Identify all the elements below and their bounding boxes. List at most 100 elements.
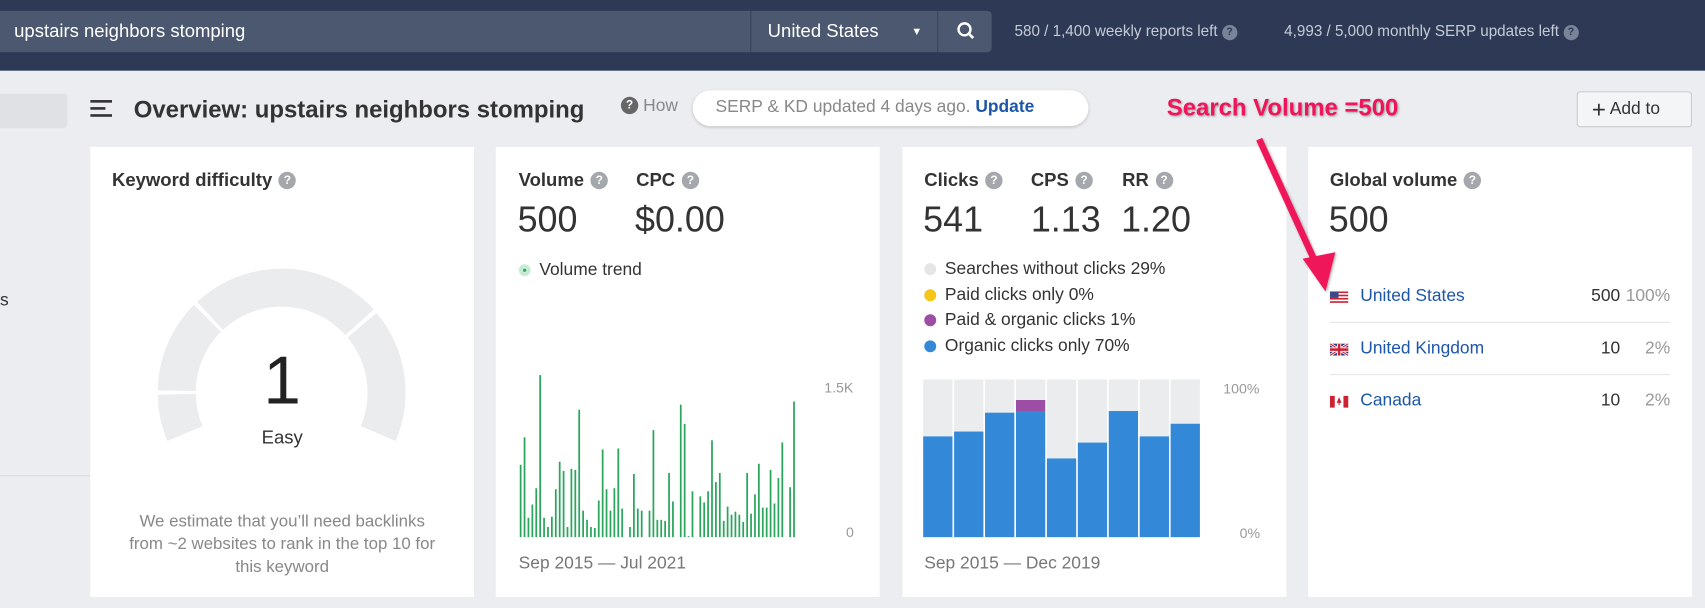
help-icon[interactable]: ? — [1563, 25, 1579, 41]
volume-trend-chart — [519, 375, 795, 538]
volume-bar — [590, 526, 592, 538]
volume-bar — [535, 488, 538, 538]
volume-bar — [586, 519, 588, 538]
volume-bar — [769, 469, 772, 538]
hamburger-menu-icon[interactable] — [90, 100, 112, 117]
weekly-reports-quota: 580 / 1,400 weekly reports left? — [1015, 22, 1238, 41]
update-link[interactable]: Update — [975, 98, 1034, 116]
sidebar-text-fragment: s — [0, 291, 9, 310]
volume-bar — [629, 526, 631, 538]
volume-bar — [570, 468, 573, 538]
volume-bar — [691, 491, 694, 538]
clicks-bar-segment — [1108, 379, 1139, 412]
serp-updates-text: 4,993 / 5,000 monthly SERP updates left — [1284, 21, 1559, 40]
country-link[interactable]: United Kingdom — [1360, 339, 1484, 359]
clicks-bar-segment — [954, 379, 984, 432]
volume-bar — [734, 511, 737, 538]
volume-bar — [656, 519, 659, 538]
volume-bar — [718, 472, 721, 538]
volume-bar — [664, 520, 667, 538]
country-link[interactable]: Canada — [1360, 391, 1421, 411]
page: upstairs neighbors stomping United State… — [0, 0, 1705, 608]
country-share: 2% — [1645, 339, 1671, 358]
volume-bar — [551, 516, 553, 538]
volume-bar — [527, 517, 530, 538]
search-volume-annotation: Search Volume =500 — [1166, 93, 1399, 121]
caret-down-icon: ▼ — [911, 26, 923, 39]
how-text: How — [643, 96, 678, 116]
volume-bar — [609, 510, 612, 538]
volume-bar — [754, 494, 756, 538]
y-axis-max-label: 100% — [1223, 380, 1260, 397]
volume-bar — [523, 437, 526, 538]
clicks-bar-segment — [1077, 442, 1108, 538]
country-share: 2% — [1645, 391, 1671, 410]
page-title: Overview: upstairs neighbors stomping — [133, 95, 585, 123]
volume-bar — [636, 508, 639, 538]
country-volume: 500 — [1591, 287, 1621, 306]
help-icon[interactable]: ? — [620, 96, 639, 115]
country-share: 100% — [1625, 287, 1671, 306]
country-volume: 10 — [1600, 391, 1621, 410]
volume-bar — [613, 488, 616, 538]
country-link[interactable]: United States — [1360, 287, 1464, 307]
clicks-date-range: Sep 2015 — Dec 2019 — [924, 554, 1101, 574]
volume-bar — [543, 517, 545, 538]
volume-bar — [593, 527, 596, 538]
volume-bar — [605, 489, 608, 538]
y-axis-min-label: 0% — [1239, 525, 1261, 542]
kd-label: Easy — [261, 427, 303, 448]
volume-bar — [777, 478, 780, 538]
volume-bar — [703, 502, 706, 538]
kd-description: We estimate that you’ll need backlinks f… — [129, 512, 436, 577]
clicks-bar-segment — [954, 431, 984, 538]
volume-bar — [789, 487, 791, 538]
help-icon[interactable]: ? — [1221, 25, 1238, 41]
volume-bar — [597, 500, 600, 538]
keyword-search-input[interactable]: upstairs neighbors stomping — [0, 10, 751, 53]
search-button[interactable] — [937, 10, 992, 53]
volume-bar — [793, 401, 795, 538]
volume-bar — [519, 464, 522, 538]
volume-bar — [746, 472, 749, 538]
help-icon[interactable]: ? — [1463, 171, 1482, 190]
plus-icon: + — [1591, 95, 1606, 123]
country-value: United States — [767, 20, 879, 42]
country-row: United Kingdom 10 2% — [1329, 324, 1671, 376]
update-notice: SERP & KD updated 4 days ago. Update — [692, 90, 1089, 127]
volume-bar — [601, 449, 604, 538]
volume-bar — [558, 461, 561, 538]
uk-flag-icon — [1329, 343, 1349, 356]
volume-bar — [730, 514, 733, 538]
clicks-bar-segment — [1015, 379, 1046, 400]
how-link[interactable]: ? How — [614, 96, 678, 117]
volume-bar — [562, 470, 565, 538]
volume-bar — [640, 510, 643, 538]
volume-bar — [773, 503, 776, 538]
clicks-bar-segment — [1077, 379, 1108, 443]
add-to-label: Add to — [1609, 100, 1661, 119]
volume-bar — [668, 472, 670, 538]
volume-bar — [687, 536, 690, 538]
volume-bar — [633, 473, 635, 538]
volume-bar — [683, 424, 686, 538]
volume-bar — [531, 504, 534, 538]
volume-bar — [582, 510, 584, 538]
kd-score: 1 — [263, 343, 301, 419]
add-to-button[interactable]: + Add to — [1576, 91, 1692, 128]
volume-bar — [711, 440, 713, 538]
volume-bar — [539, 375, 542, 538]
volume-bar — [757, 463, 760, 538]
volume-bar — [660, 519, 663, 538]
sidebar-item[interactable] — [0, 93, 68, 129]
clicks-bar-segment — [1139, 379, 1169, 437]
volume-bar — [547, 526, 549, 538]
volume-bar — [781, 442, 784, 538]
volume-bar — [750, 513, 752, 538]
volume-bar — [707, 491, 709, 538]
clicks-bar-segment — [1046, 458, 1077, 538]
country-select[interactable]: United States ▼ — [750, 10, 938, 53]
clicks-chart — [923, 379, 1200, 538]
notice-text: SERP & KD updated 4 days ago. — [715, 97, 971, 117]
global-volume-card: Global volume? 500 United States 500 100% … — [1308, 146, 1692, 597]
